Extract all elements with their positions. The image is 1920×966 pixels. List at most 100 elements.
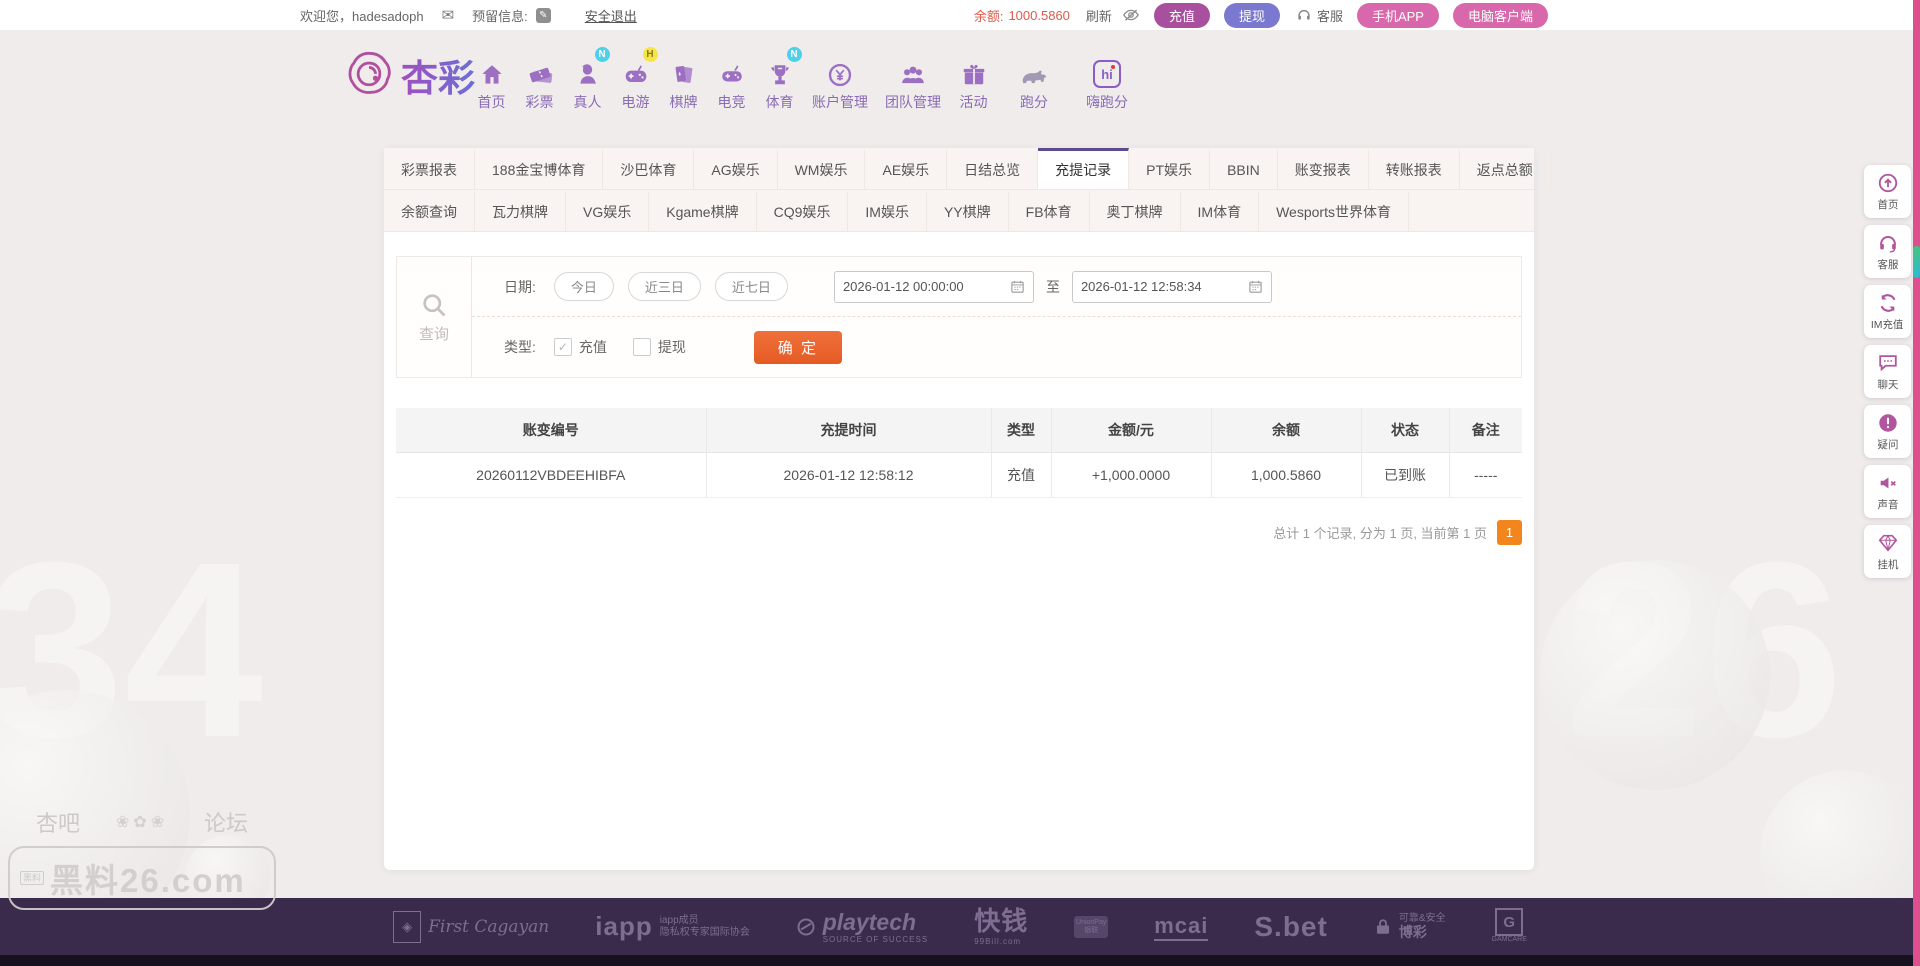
deposit-checkbox-label: 充值: [579, 337, 607, 357]
float-idle[interactable]: 挂机: [1864, 525, 1911, 578]
tab-fb-sports[interactable]: FB体育: [1009, 190, 1090, 231]
nav-account-manage[interactable]: 账户管理: [804, 50, 876, 112]
tab-wm[interactable]: WM娱乐: [778, 148, 866, 189]
query-label: 查询: [419, 323, 449, 344]
nav-team-manage[interactable]: 团队管理: [877, 50, 949, 112]
nav-chess[interactable]: 棋牌: [660, 50, 707, 112]
new-badge: N: [595, 47, 610, 62]
pc-client-button[interactable]: 电脑客户端: [1453, 3, 1548, 28]
edit-icon[interactable]: ✎: [536, 8, 551, 23]
cell-amount: +1,000.0000: [1051, 453, 1211, 498]
table-row: 20260112VBDEEHIBFA 2026-01-12 12:58:12 充…: [396, 453, 1522, 498]
date-to-input[interactable]: 2026-01-12 12:58:34: [1072, 271, 1272, 303]
recharge-button[interactable]: 充值: [1154, 3, 1210, 28]
tab-188jbb-sports[interactable]: 188金宝博体育: [475, 148, 603, 189]
tab-vg[interactable]: VG娱乐: [566, 190, 649, 231]
date-label: 日期:: [504, 277, 536, 297]
range-today-button[interactable]: 今日: [554, 272, 614, 301]
tab-account-change-report[interactable]: 账变报表: [1278, 148, 1369, 189]
tab-ae[interactable]: AE娱乐: [865, 148, 947, 189]
nav-hi-paofen[interactable]: hi 嗨跑分: [1071, 50, 1143, 112]
tab-bbin[interactable]: BBIN: [1210, 148, 1278, 189]
nav-live-casino[interactable]: N 真人: [564, 50, 611, 112]
logout-link[interactable]: 安全退出: [585, 6, 637, 25]
checkbox-unchecked-icon: [633, 338, 651, 356]
table-header-row: 账变编号 充提时间 类型 金额/元 余额 状态 备注: [396, 408, 1522, 453]
tab-transfer-report[interactable]: 转账报表: [1369, 148, 1460, 189]
nav-esports[interactable]: 电竞: [708, 50, 755, 112]
tab-lottery-report[interactable]: 彩票报表: [384, 148, 475, 189]
tab-im[interactable]: IM娱乐: [848, 190, 927, 231]
watermark-left-text: 杏吧: [36, 806, 80, 838]
tab-cq9[interactable]: CQ9娱乐: [757, 190, 849, 231]
tab-kgame[interactable]: Kgame棋牌: [649, 190, 756, 231]
scrollbar[interactable]: [1913, 0, 1920, 966]
headset-icon: [1296, 7, 1312, 23]
nav-label: 嗨跑分: [1086, 92, 1128, 112]
confirm-button[interactable]: 确 定: [754, 331, 842, 364]
ticket-icon: [527, 50, 553, 88]
float-home[interactable]: 首页: [1864, 165, 1911, 218]
mail-icon[interactable]: ✉: [442, 6, 455, 24]
to-label: 至: [1046, 277, 1060, 297]
team-icon: [900, 50, 926, 88]
brand-name: 杏彩: [401, 48, 475, 102]
nav-egames[interactable]: H 电游: [612, 50, 659, 112]
range-3days-button[interactable]: 近三日: [628, 272, 701, 301]
customer-service-link[interactable]: 客服: [1296, 6, 1343, 25]
range-7days-button[interactable]: 近七日: [715, 272, 788, 301]
float-service[interactable]: 客服: [1864, 225, 1911, 278]
flourish-ornament: ❀✿❀: [116, 812, 168, 832]
nav-sports[interactable]: N 体育: [756, 50, 803, 112]
withdraw-checkbox[interactable]: 提现: [633, 337, 686, 357]
tab-im-sports[interactable]: IM体育: [1181, 190, 1260, 231]
coin-icon: [827, 50, 853, 88]
deposit-checkbox[interactable]: 充值: [554, 337, 607, 357]
float-label: 疑问: [1877, 436, 1898, 451]
tab-wali-chess[interactable]: 瓦力棋牌: [475, 190, 566, 231]
unionpay-logo: UnionPay银联: [1074, 916, 1108, 938]
cell-account-id: 20260112VBDEEHIBFA: [396, 453, 706, 498]
tab-deposit-withdraw-records[interactable]: 充提记录: [1038, 148, 1129, 189]
float-sound[interactable]: 声音: [1864, 465, 1911, 518]
tab-aoding-chess[interactable]: 奥丁棋牌: [1090, 190, 1181, 231]
nav-label: 账户管理: [812, 92, 868, 112]
tab-yy-chess[interactable]: YY棋牌: [927, 190, 1009, 231]
page-1-button[interactable]: 1: [1497, 520, 1522, 545]
chat-bubble-icon: [1877, 352, 1899, 374]
background-number: 34: [0, 525, 263, 775]
tab-shaba-sports[interactable]: 沙巴体育: [603, 148, 694, 189]
rose-logo-icon: [343, 49, 395, 101]
tab-wesports[interactable]: Wesports世界体育: [1259, 190, 1409, 231]
nav-home[interactable]: 首页: [468, 50, 515, 112]
first-cagayan-stamp-icon: ◈: [393, 911, 421, 943]
mobile-app-button[interactable]: 手机APP: [1357, 3, 1439, 28]
float-label: 首页: [1877, 196, 1898, 211]
refresh-link[interactable]: 刷新: [1086, 6, 1112, 25]
nav-label: 团队管理: [885, 92, 941, 112]
float-question[interactable]: 疑问: [1864, 405, 1911, 458]
float-chat[interactable]: 聊天: [1864, 345, 1911, 398]
withdraw-button[interactable]: 提现: [1224, 3, 1280, 28]
first-cagayan-logo: ◈ First Cagayan: [393, 911, 549, 943]
tab-ag[interactable]: AG娱乐: [694, 148, 777, 189]
nav-lottery[interactable]: 彩票: [516, 50, 563, 112]
nav-promotions[interactable]: 活动: [950, 50, 997, 112]
nav-paofen[interactable]: 跑分: [998, 50, 1070, 112]
tab-balance-query[interactable]: 余额查询: [384, 190, 475, 231]
tab-pt[interactable]: PT娱乐: [1129, 148, 1210, 189]
nav-label: 电竞: [718, 92, 746, 112]
scrollbar-thumb[interactable]: [1913, 246, 1920, 278]
brand-logo[interactable]: 杏彩: [343, 48, 475, 102]
tab-rebate-total[interactable]: 返点总额: [1460, 148, 1551, 189]
date-from-input[interactable]: 2026-01-12 00:00:00: [834, 271, 1034, 303]
type-label: 类型:: [504, 337, 536, 357]
rhino-icon: [1018, 50, 1050, 88]
padlock-icon: [1374, 918, 1392, 936]
nav-label: 棋牌: [670, 92, 698, 112]
playtech-logo: playtechSOURCE OF SUCCESS: [796, 909, 928, 945]
float-im-recharge[interactable]: IM充值: [1864, 285, 1911, 338]
type-filter-row: 类型: 充值 提现 确 定: [472, 317, 1521, 377]
tab-daily-summary[interactable]: 日结总览: [947, 148, 1038, 189]
eye-off-icon[interactable]: [1122, 6, 1140, 24]
